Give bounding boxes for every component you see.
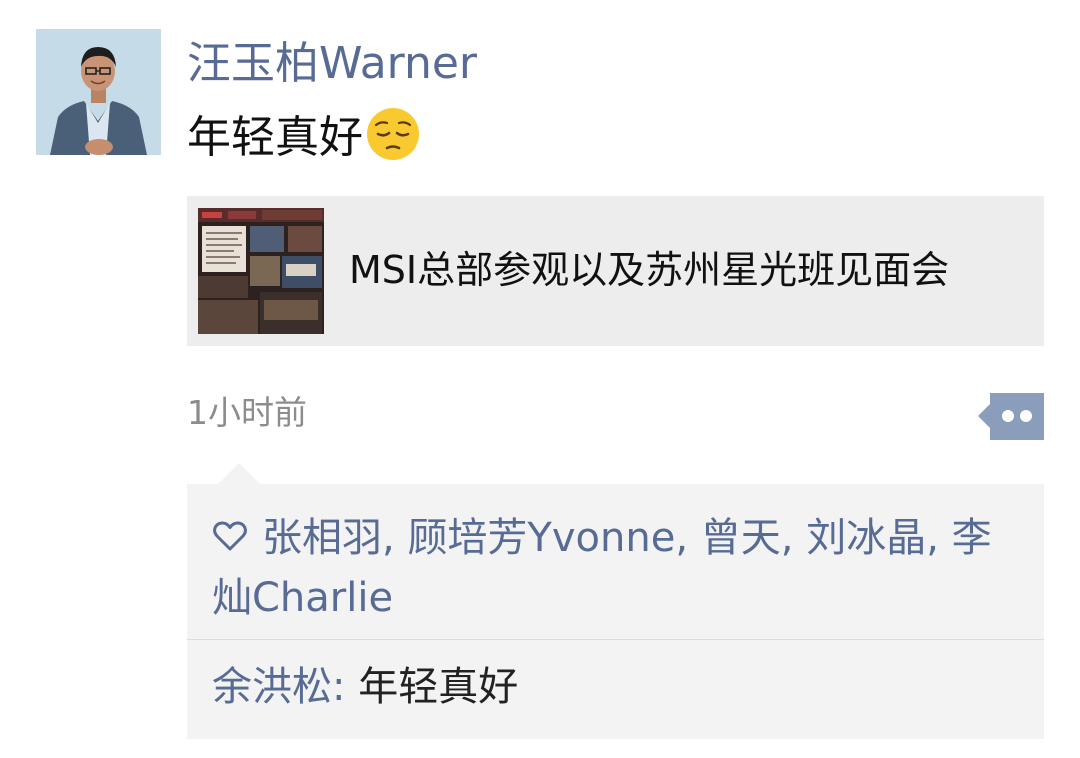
liker-name[interactable]: 曾天 [701,515,781,561]
avatar-photo [36,29,161,155]
more-dot [1020,410,1032,422]
comment-item[interactable]: 余洪松: 年轻真好 [212,659,518,715]
more-button-arrow [978,404,990,428]
liker-name[interactable]: 刘冰晶 [806,515,926,561]
more-button[interactable] [978,393,1044,440]
like-separator: , [675,515,701,561]
comment-colon: : [332,664,359,710]
avatar[interactable] [36,29,161,155]
like-separator: , [382,515,408,561]
like-separator: , [780,515,807,561]
more-dot [1002,410,1014,422]
likes-list: 张相羽, 顾培芳Yvonne, 曾天, 刘冰晶, 李灿Charlie [212,508,992,628]
interaction-caret [218,463,260,484]
interaction-panel: 张相羽, 顾培芳Yvonne, 曾天, 刘冰晶, 李灿Charlie 余洪松: … [187,484,1044,739]
more-dots-icon [990,393,1044,440]
liker-name[interactable]: 张相羽 [262,515,382,561]
post-timestamp: 1小时前 [187,393,307,432]
likes-comments-divider [187,639,1044,640]
post-text: 年轻真好 [187,106,421,168]
link-title: MSI总部参观以及苏州星光班见面会 [349,248,950,292]
link-thumbnail [198,208,324,334]
comment-text: 年轻真好 [358,664,519,710]
liker-name[interactable]: 顾培芳Yvonne [407,515,675,561]
like-separator: , [926,515,952,561]
shared-link-card[interactable]: MSI总部参观以及苏州星光班见面会 [187,196,1044,346]
commenter-name[interactable]: 余洪松 [212,664,332,710]
post-text-content: 年轻真好 [187,112,363,163]
pensive-face-icon [365,106,421,162]
author-name[interactable]: 汪玉柏Warner [187,36,477,92]
heart-outline-icon [212,509,248,551]
